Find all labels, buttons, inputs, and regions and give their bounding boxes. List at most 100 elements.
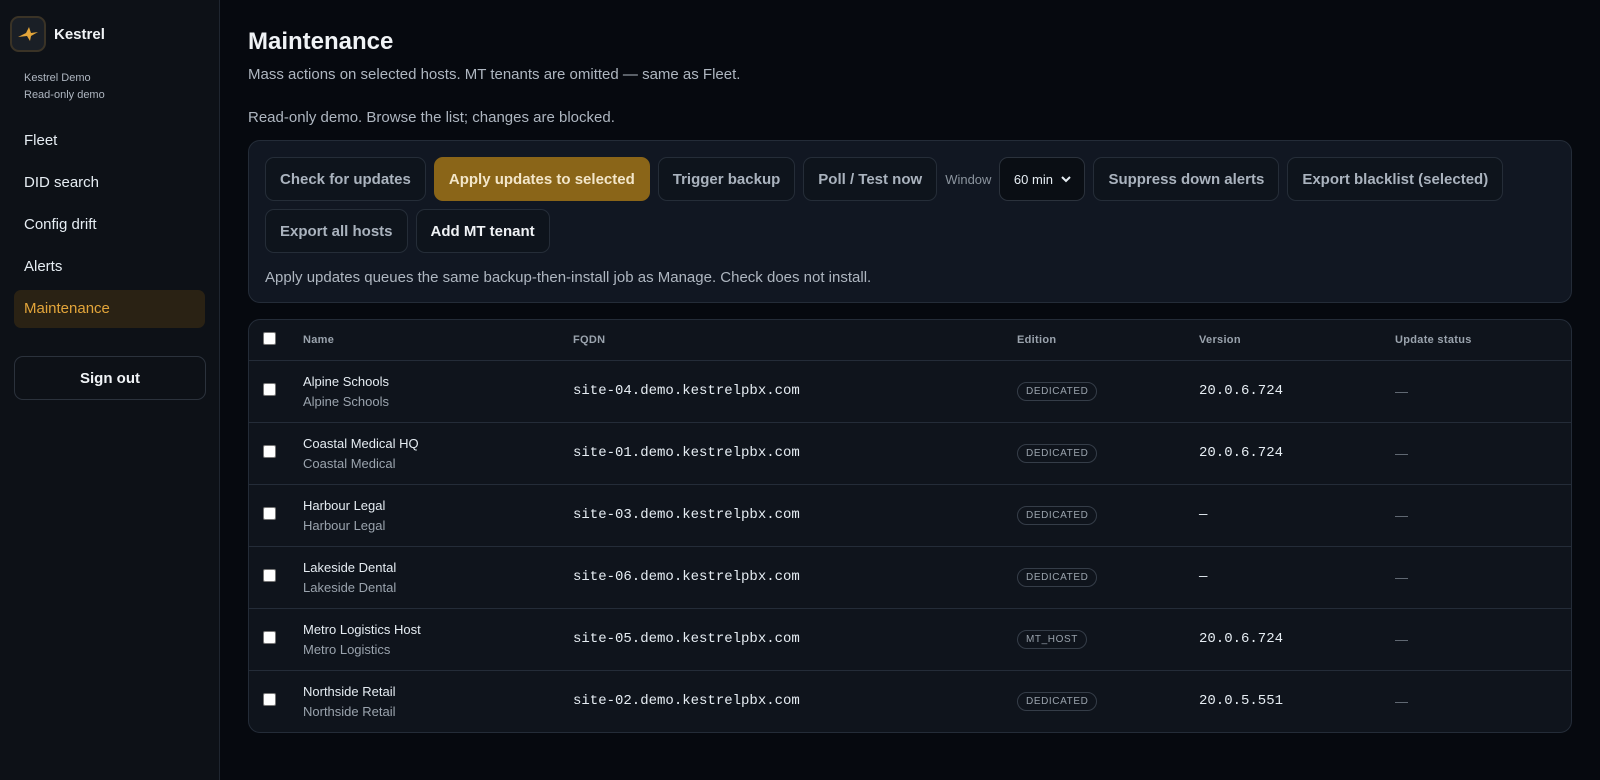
host-name-cell: Northside Retail Northside Retail (303, 670, 573, 732)
read-only-notice: Read-only demo. Browse the list; changes… (248, 109, 615, 126)
table-row[interactable]: Coastal Medical HQ Coastal Medical site-… (249, 422, 1571, 485)
host-name: Northside Retail (303, 683, 396, 699)
page-subtitle: Mass actions on selected hosts. MT tenan… (248, 66, 741, 83)
table-row[interactable]: Metro Logistics Host Metro Logistics sit… (249, 608, 1571, 671)
host-name-cell: Lakeside Dental Lakeside Dental (303, 546, 573, 609)
host-fqdn: site-05.demo.kestrelpbx.com (573, 608, 1017, 671)
kestrel-logo-icon (10, 16, 46, 52)
host-update-status: — (1395, 546, 1571, 609)
host-org: Harbour Legal (303, 517, 386, 533)
host-name: Alpine Schools (303, 373, 389, 389)
table-row[interactable]: Northside Retail Northside Retail site-0… (249, 670, 1571, 732)
sidebar-item-alerts[interactable]: Alerts (14, 248, 205, 286)
row-checkbox[interactable] (263, 383, 276, 396)
row-checkbox[interactable] (263, 631, 276, 644)
row-checkbox[interactable] (263, 569, 276, 582)
sidebar-item-maintenance[interactable]: Maintenance (14, 290, 205, 328)
host-version: 20.0.5.551 (1199, 693, 1284, 710)
host-version: 20.0.6.724 (1199, 608, 1395, 671)
host-name-cell: Coastal Medical HQ Coastal Medical (303, 422, 573, 485)
host-name: Coastal Medical HQ (303, 435, 419, 451)
row-checkbox[interactable] (263, 507, 276, 520)
hosts-table: Name FQDN Edition Version Update status … (249, 320, 1571, 732)
sidebar-item-config-drift[interactable]: Config drift (14, 206, 205, 244)
header-name[interactable]: Name (303, 320, 573, 361)
edition-badge: DEDICATED (1017, 506, 1098, 525)
host-update-status: — (1395, 422, 1571, 485)
org-info: Kestrel Demo Read-only demo (24, 70, 205, 104)
row-checkbox[interactable] (263, 445, 276, 458)
host-org: Northside Retail (303, 703, 396, 719)
host-fqdn: site-04.demo.kestrelpbx.com (573, 360, 1017, 423)
host-update-status: — (1395, 360, 1571, 423)
edition-badge: DEDICATED (1017, 692, 1098, 712)
add-mt-tenant-button[interactable]: Add MT tenant (415, 209, 550, 253)
edition-badge: DEDICATED (1017, 382, 1098, 401)
host-fqdn: site-01.demo.kestrelpbx.com (573, 422, 1017, 485)
host-edition-cell: DEDICATED (1017, 360, 1199, 423)
row-select-cell (249, 608, 303, 671)
host-edition-cell: DEDICATED (1017, 484, 1199, 547)
header-fqdn[interactable]: FQDN (573, 320, 1017, 361)
apply-updates-button[interactable]: Apply updates to selected (433, 157, 650, 201)
actions-toolbar: Check for updates Apply updates to selec… (265, 157, 1555, 253)
sidebar-item-fleet[interactable]: Fleet (14, 122, 205, 160)
host-org: Alpine Schools (303, 393, 389, 409)
host-org: Metro Logistics (303, 641, 391, 657)
host-fqdn: site-03.demo.kestrelpbx.com (573, 484, 1017, 547)
table-header-row: Name FQDN Edition Version Update status (249, 320, 1571, 361)
suppress-alerts-button[interactable]: Suppress down alerts (1093, 157, 1280, 201)
row-select-cell (249, 360, 303, 423)
org-mode: Read-only demo (24, 89, 105, 101)
host-edition-cell: DEDICATED (1017, 422, 1199, 485)
main-content: Maintenance Mass actions on selected hos… (220, 0, 1600, 780)
header-edition[interactable]: Edition (1017, 320, 1199, 361)
sidebar-item-did-search[interactable]: DID search (14, 164, 205, 202)
host-version: — (1199, 546, 1395, 609)
actions-panel: Check for updates Apply updates to selec… (248, 140, 1572, 303)
header-version[interactable]: Version (1199, 320, 1395, 361)
host-version: 20.0.6.724 (1199, 422, 1395, 485)
window-select-value: 60 min (1013, 171, 1053, 187)
host-org: Coastal Medical (303, 455, 396, 471)
host-name: Harbour Legal (303, 497, 386, 513)
table-row[interactable]: Lakeside Dental Lakeside Dental site-06.… (249, 546, 1571, 609)
edition-badge: MT_HOST (1017, 630, 1087, 649)
edition-badge: DEDICATED (1017, 444, 1098, 463)
host-edition-cell: DEDICATED (1017, 546, 1199, 609)
table-row[interactable]: Harbour Legal Harbour Legal site-03.demo… (249, 484, 1571, 547)
hosts-table-container: Name FQDN Edition Version Update status … (248, 319, 1572, 733)
host-name-cell: Metro Logistics Host Metro Logistics (303, 608, 573, 671)
host-edition-cell: MT_HOST (1017, 608, 1199, 671)
table-row[interactable]: Alpine Schools Alpine Schools site-04.de… (249, 360, 1571, 423)
window-select[interactable]: 60 min (999, 157, 1086, 201)
row-select-cell (249, 670, 303, 732)
org-name: Kestrel Demo (24, 72, 91, 84)
host-name: Lakeside Dental (303, 559, 397, 575)
row-select-cell (249, 546, 303, 609)
host-fqdn: site-02.demo.kestrelpbx.com (573, 693, 800, 710)
trigger-backup-button[interactable]: Trigger backup (657, 157, 796, 201)
host-version: — (1199, 484, 1395, 547)
window-label: Window (945, 171, 992, 187)
chevron-down-icon (1061, 175, 1071, 182)
brand[interactable]: Kestrel (10, 16, 205, 52)
page-title: Maintenance (248, 28, 394, 55)
select-all-checkbox[interactable] (263, 331, 276, 345)
host-update-status: — (1395, 608, 1571, 671)
brand-name: Kestrel (54, 25, 105, 43)
row-checkbox[interactable] (263, 693, 276, 707)
sidebar-nav: Fleet DID search Config drift Alerts Mai… (14, 122, 205, 328)
check-updates-button[interactable]: Check for updates (265, 157, 426, 201)
host-name-cell: Alpine Schools Alpine Schools (303, 360, 573, 423)
edition-badge: DEDICATED (1017, 568, 1098, 587)
export-all-hosts-button[interactable]: Export all hosts (265, 209, 408, 253)
poll-test-button[interactable]: Poll / Test now (803, 157, 938, 201)
actions-hint: Apply updates queues the same backup-the… (265, 269, 872, 286)
export-blacklist-button[interactable]: Export blacklist (selected) (1287, 157, 1504, 201)
sign-out-button[interactable]: Sign out (14, 356, 206, 400)
row-select-cell (249, 422, 303, 485)
host-edition-cell: DEDICATED (1017, 670, 1199, 732)
header-update-status[interactable]: Update status (1395, 320, 1571, 361)
host-name-cell: Harbour Legal Harbour Legal (303, 484, 573, 547)
